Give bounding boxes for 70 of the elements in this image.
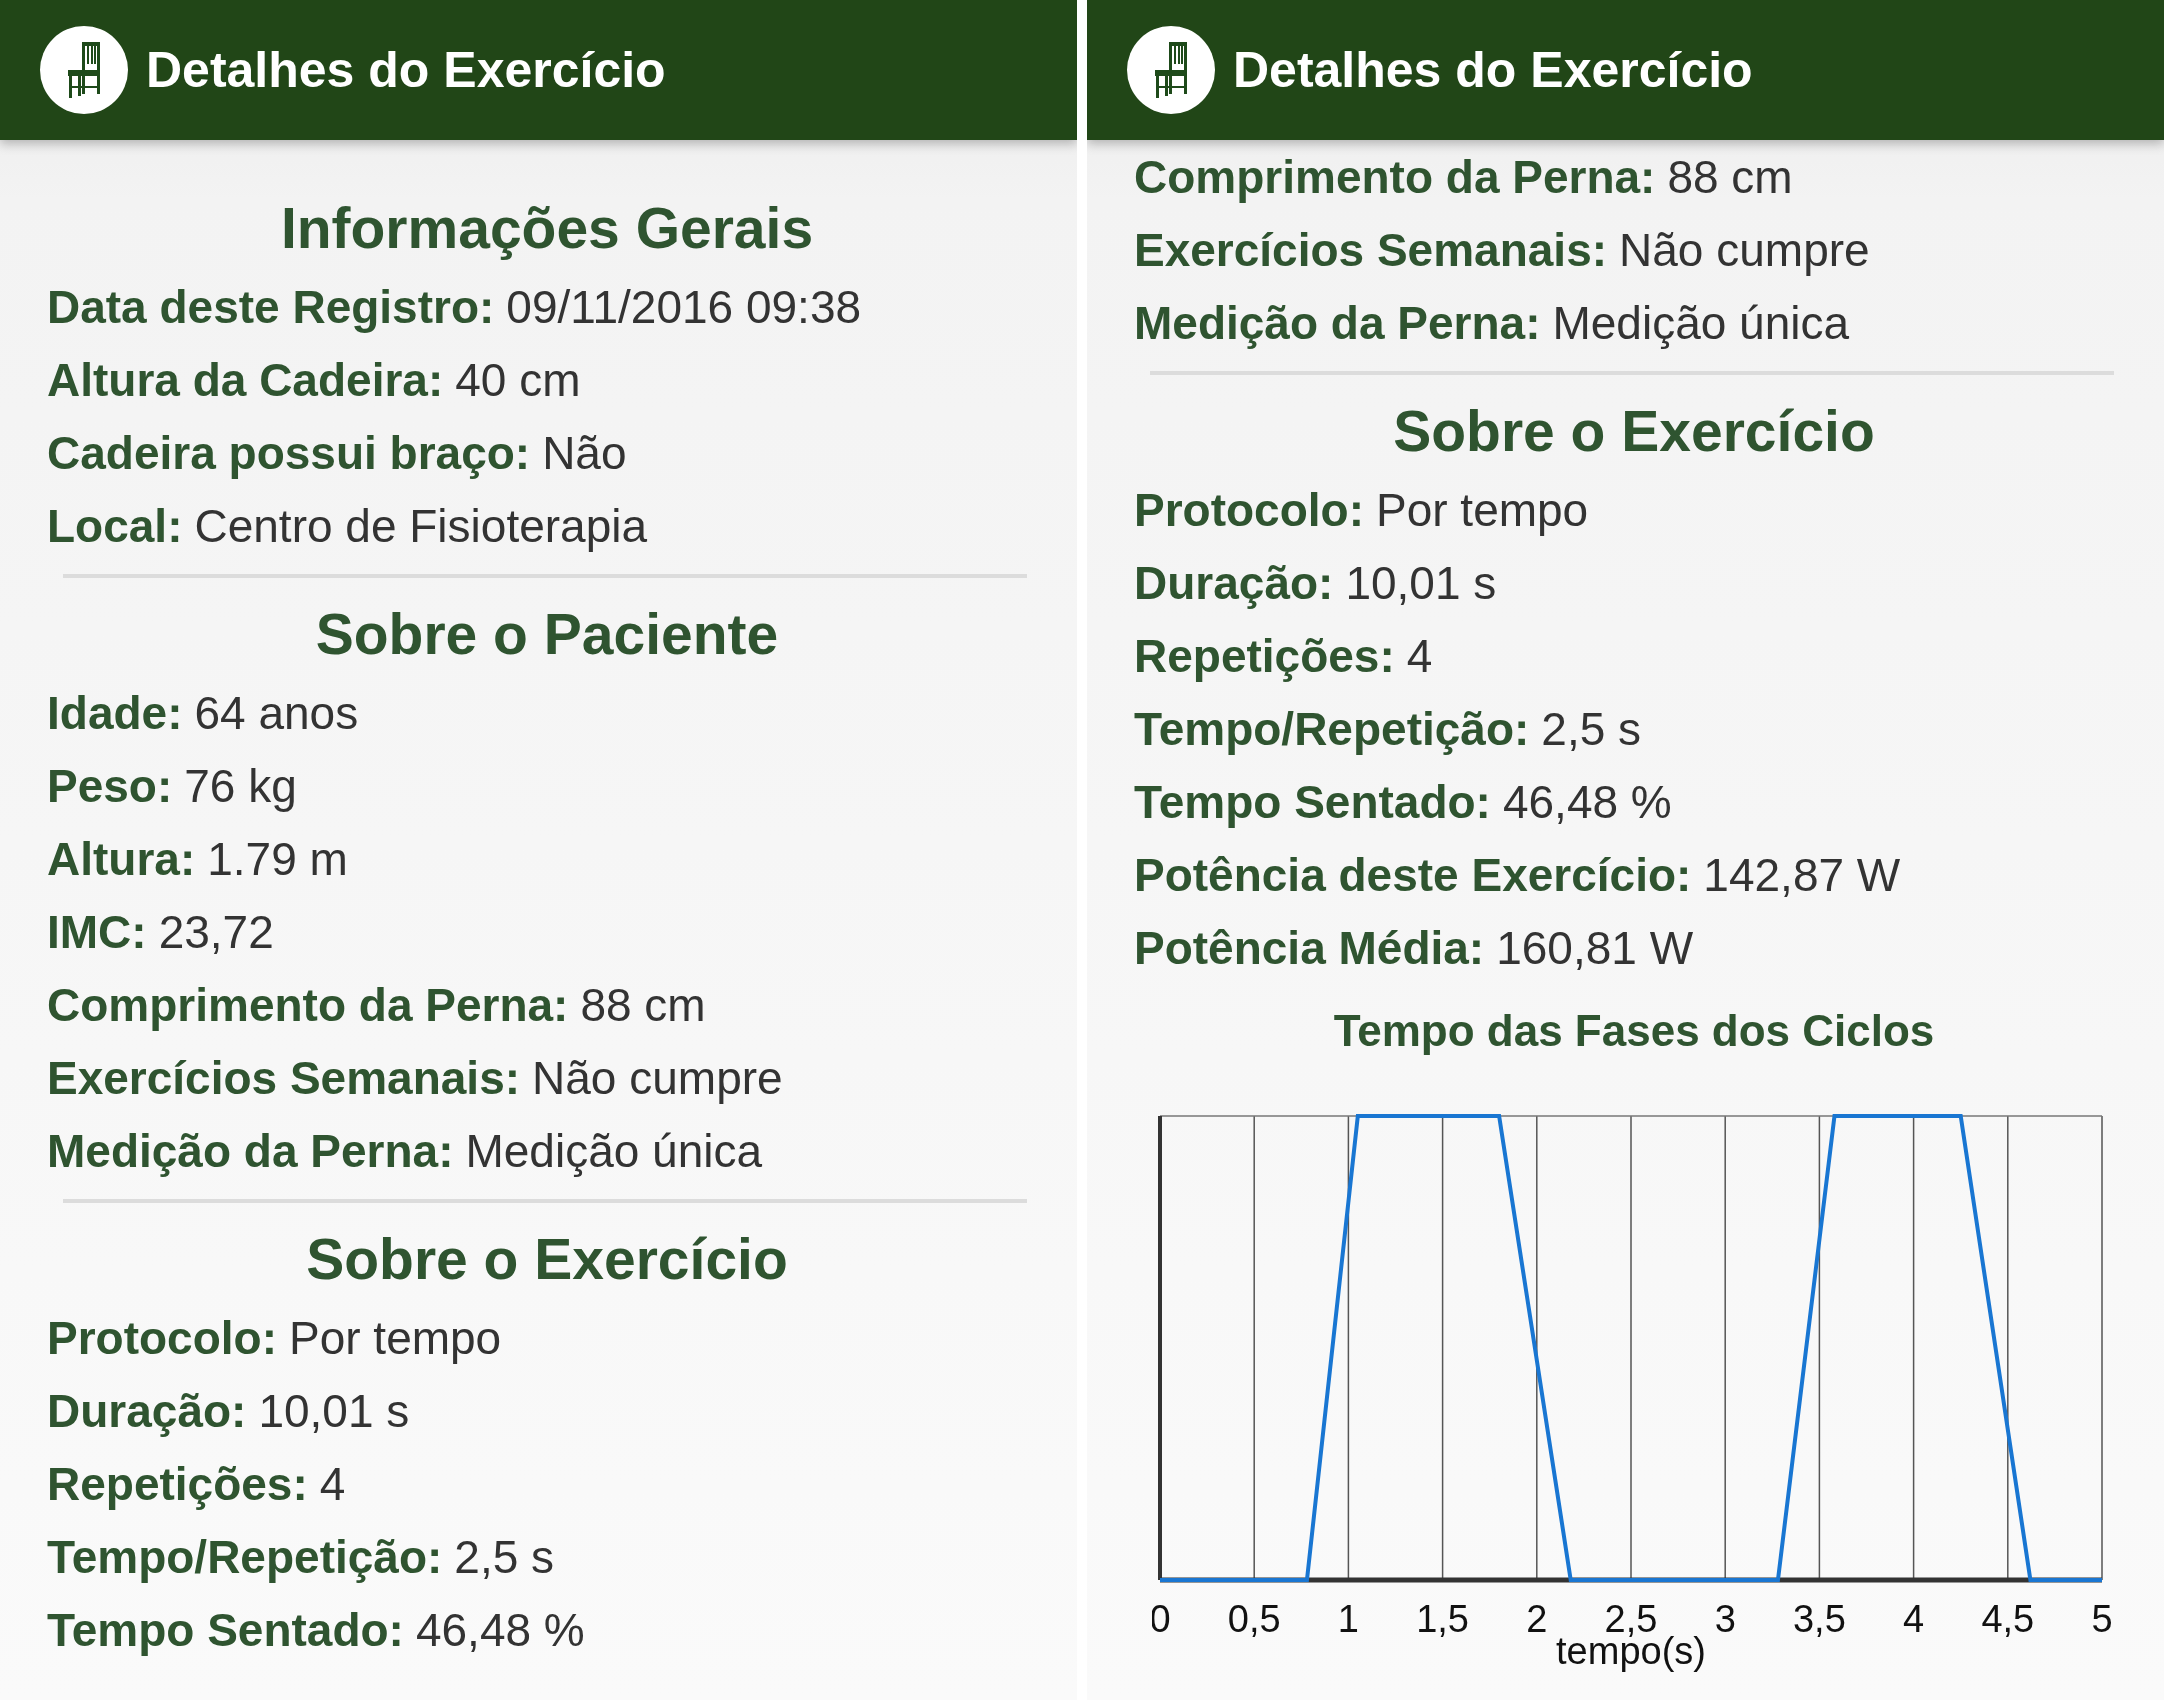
field-label: Duração: <box>47 1383 247 1438</box>
field-label: Tempo Sentado: <box>47 1602 404 1657</box>
field-label: Protocolo: <box>47 1310 277 1365</box>
field-label: Repetições: <box>1134 628 1395 683</box>
tick-label: 4 <box>1903 1598 1925 1640</box>
field-label: Protocolo: <box>1134 482 1364 537</box>
field-value: 10,01 s <box>1345 555 1497 610</box>
section-heading: Sobre o Exercício <box>306 1226 788 1293</box>
field-value: 2,5 s <box>1541 701 1642 756</box>
field-value: 09/11/2016 09:38 <box>506 279 862 334</box>
field-value: 46,48 % <box>415 1602 585 1657</box>
chair-icon <box>1127 26 1215 114</box>
field-label: Tempo Sentado: <box>1134 774 1491 829</box>
field-value: Não cumpre <box>1619 222 1870 277</box>
field-value: Por tempo <box>289 1310 502 1365</box>
field-label: Tempo/Repetição: <box>1134 701 1530 756</box>
field-label: Data deste Registro: <box>47 279 495 334</box>
field-value: 76 kg <box>184 758 297 813</box>
tick-label: 5 <box>2091 1598 2113 1640</box>
field-value: Não <box>542 425 627 480</box>
field-label: Altura da Cadeira: <box>47 352 444 407</box>
field-label: Duração: <box>1134 555 1334 610</box>
field-label: Medição da Perna: <box>1134 295 1541 350</box>
field-value: Centro de Fisioterapia <box>194 498 648 553</box>
section-heading: Sobre o Exercício <box>1393 398 1875 465</box>
field-value: Medição única <box>465 1123 763 1178</box>
chair-icon <box>40 26 128 114</box>
field-value: 23,72 <box>158 904 274 959</box>
field-label: Tempo/Repetição: <box>47 1529 443 1584</box>
field-value: 64 anos <box>194 685 359 740</box>
field-label: Exercícios Semanais: <box>47 1050 521 1105</box>
field-label: Exercícios Semanais: <box>1134 222 1608 277</box>
tick-label: 1 <box>1337 1598 1359 1640</box>
tick-label: 3 <box>1714 1598 1736 1640</box>
field-value: 2,5 s <box>454 1529 555 1584</box>
tick-label: 4,5 <box>1981 1598 2035 1640</box>
field-label: Repetições: <box>47 1456 308 1511</box>
header-title: Detalhes do Exercício <box>1233 41 1753 99</box>
field-value: Não cumpre <box>532 1050 783 1105</box>
tick-label: 1,5 <box>1416 1598 1469 1640</box>
field-label: Comprimento da Perna: <box>1134 149 1656 204</box>
section-heading: Informações Gerais <box>280 195 814 262</box>
tick-label: 2 <box>1526 1598 1548 1640</box>
field-value: 4 <box>319 1456 346 1511</box>
field-value: 46,48 % <box>1502 774 1672 829</box>
field-value: Medição única <box>1552 295 1850 350</box>
field-value: 4 <box>1406 628 1433 683</box>
field-label: Local: <box>47 498 183 553</box>
field-label: Peso: <box>47 758 173 813</box>
header-title: Detalhes do Exercício <box>146 41 666 99</box>
field-value: 40 cm <box>455 352 581 407</box>
section-heading: Sobre o Paciente <box>315 601 779 668</box>
field-label: Cadeira possui braço: <box>47 425 531 480</box>
field-label: Idade: <box>47 685 183 740</box>
field-value: 88 cm <box>580 977 706 1032</box>
tick-label: 3,5 <box>1793 1598 1846 1640</box>
field-label: Potência deste Exercício: <box>1134 847 1692 902</box>
field-value: 160,81 W <box>1496 920 1694 975</box>
field-value: 1.79 m <box>207 831 348 886</box>
field-label: Potência Média: <box>1134 920 1485 975</box>
field-value: 10,01 s <box>258 1383 410 1438</box>
field-label: Comprimento da Perna: <box>47 977 569 1032</box>
field-label: IMC: <box>47 904 147 959</box>
field-label: Altura: <box>47 831 196 886</box>
field-value: 88 cm <box>1667 149 1793 204</box>
field-value: Por tempo <box>1376 482 1589 537</box>
tick-label: 0,5 <box>1227 1598 1281 1640</box>
field-label: Medição da Perna: <box>47 1123 454 1178</box>
chart-title: Tempo das Fases dos Ciclos <box>1333 1006 1935 1056</box>
field-value: 142,87 W <box>1703 847 1901 902</box>
